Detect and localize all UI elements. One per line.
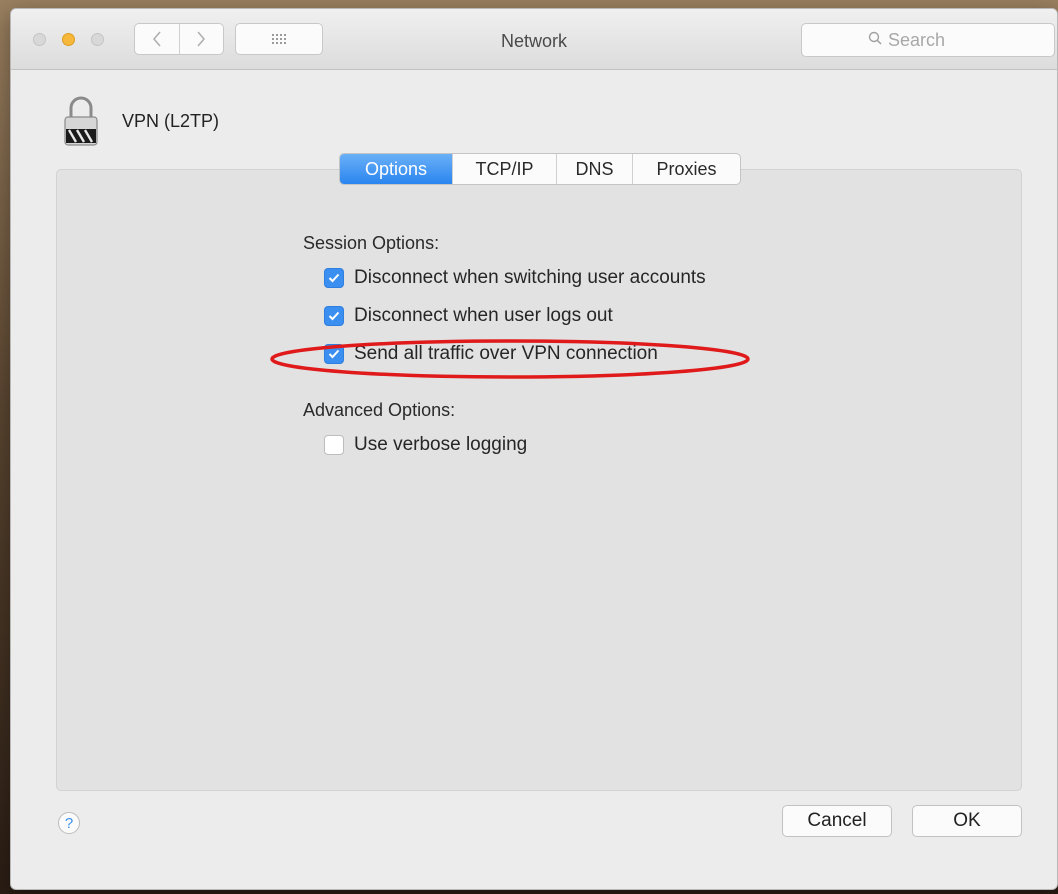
disconnect-switching-checkbox[interactable] [324,268,344,288]
verbose-logging-option[interactable]: Use verbose logging [324,434,527,456]
session-options-label: Session Options: [303,233,440,253]
tab-options[interactable]: Options [340,154,452,184]
tab-tcp-ip[interactable]: TCP/IP [452,154,556,184]
disconnect-switching-option[interactable]: Disconnect when switching user accounts [324,267,706,289]
cancel-button[interactable]: Cancel [782,805,892,837]
red-highlight-ellipse [270,339,750,379]
advanced-options-label: Advanced Options: [303,400,456,420]
disconnect-logout-checkbox[interactable] [324,306,344,326]
options-panel [56,169,1022,791]
disconnect-logout-option[interactable]: Disconnect when user logs out [324,305,613,327]
service-name: VPN (L2TP) [122,111,220,131]
checkmark-icon [328,311,340,321]
search-icon [868,31,882,45]
tab-proxies[interactable]: Proxies [632,154,740,184]
network-window: Network Search VPN (L2TP) Options TCP/IP… [10,8,1058,890]
disconnect-switching-label: Disconnect when switching user accounts [354,267,706,288]
search-field[interactable]: Search [801,23,1055,57]
tab-bar: Options TCP/IP DNS Proxies [339,153,741,185]
disconnect-logout-label: Disconnect when user logs out [354,305,613,326]
verbose-logging-checkbox[interactable] [324,435,344,455]
title-bar: Network Search [11,9,1057,70]
ok-button[interactable]: OK [912,805,1022,837]
search-placeholder: Search [888,30,946,50]
help-button[interactable]: ? [58,812,80,834]
tab-dns[interactable]: DNS [556,154,632,184]
checkmark-icon [328,273,340,283]
vpn-lock-icon [64,96,98,146]
verbose-logging-label: Use verbose logging [354,434,528,455]
